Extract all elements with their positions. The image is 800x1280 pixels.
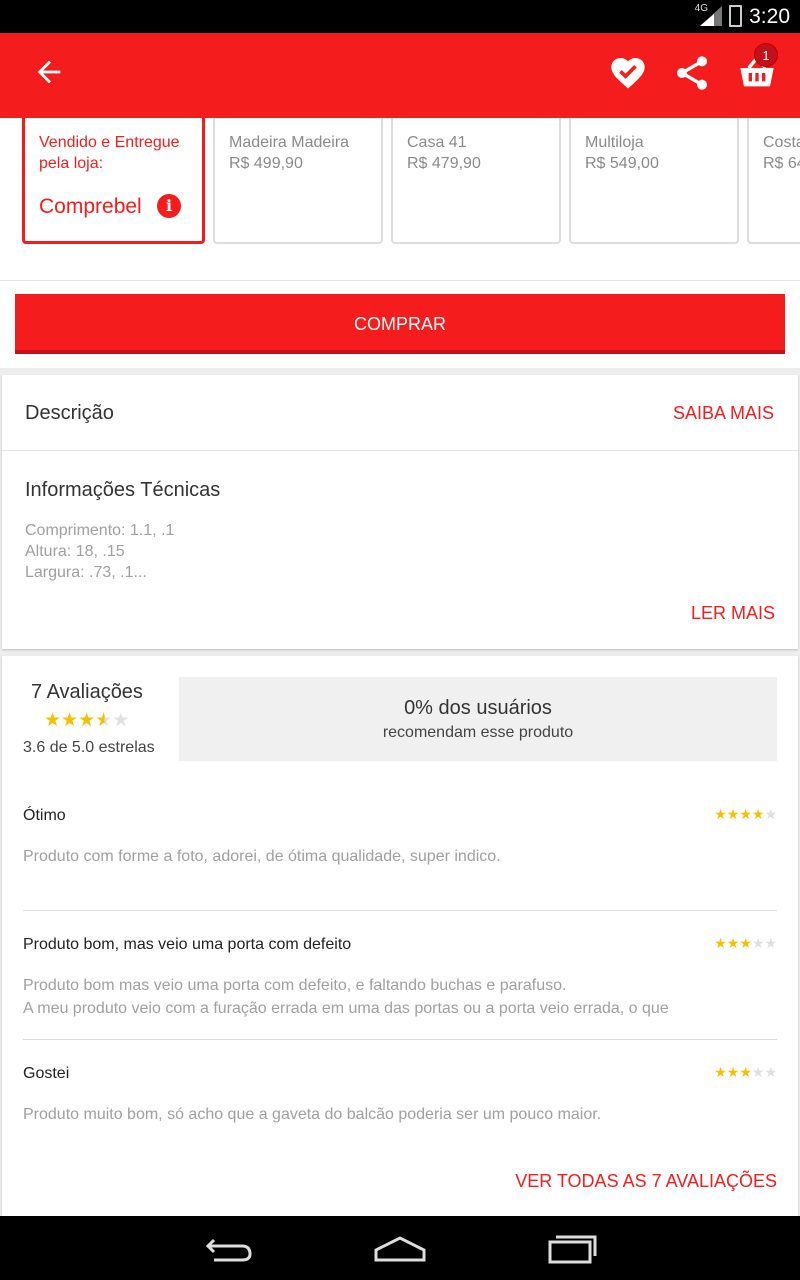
recommend-subtitle: recomendam esse produto	[382, 724, 574, 741]
review-text: Produto com forme a foto, adorei, de óti…	[23, 848, 501, 865]
seller-name: Multiloja	[585, 134, 644, 151]
buy-button[interactable]: COMPRAR	[15, 294, 785, 354]
divider	[2, 450, 798, 451]
rating-average: 3.6 de 5.0 estrelas	[23, 739, 155, 756]
review-title: Ótimo	[23, 807, 66, 824]
review-stars: ★★★★★	[714, 1064, 777, 1080]
seller-price: R$ 64	[763, 155, 800, 172]
review-text-line: Produto bom mas veio uma porta com defei…	[23, 977, 567, 994]
seller-price: R$ 499,90	[229, 155, 303, 172]
review-stars: ★★★★★	[714, 935, 777, 951]
seller-price: R$ 479,90	[407, 155, 481, 172]
seller-name: Comprebel	[39, 195, 142, 218]
divider	[23, 1039, 777, 1040]
seller-title: Vendido e Entregue pela loja:	[39, 134, 180, 172]
share-icon[interactable]	[672, 53, 712, 93]
star-icon: ★	[112, 710, 130, 731]
seller-name: Casa 41	[407, 134, 467, 151]
review-title: Produto bom, mas veio uma porta com defe…	[23, 936, 352, 953]
cart-count-badge: 1	[754, 43, 778, 67]
review-stars: ★★★★★	[714, 806, 777, 822]
star-icon: ★	[78, 710, 96, 731]
description-title: Descrição	[25, 402, 114, 424]
info-icon[interactable]: i	[157, 194, 181, 218]
review-text: Produto muito bom, só acho que a gaveta …	[23, 1106, 602, 1123]
heart-check-icon[interactable]	[608, 53, 648, 93]
star-icon: ★	[44, 710, 62, 731]
review-title: Gostei	[23, 1065, 70, 1082]
rating-stars: ★★★★★	[44, 709, 129, 732]
review-text-line: A meu produto veio com a furação errada …	[23, 1000, 669, 1017]
system-nav-bar	[0, 1216, 800, 1280]
half-star-icon: ★	[95, 710, 113, 731]
review-text: Produto bom mas veio uma porta com defei…	[23, 974, 777, 1020]
seller-card-comprebel[interactable]: Vendido e Entregue pela loja: Comprebel …	[22, 118, 205, 244]
divider	[23, 910, 777, 911]
tech-line: Altura: 18, .15	[25, 543, 125, 560]
nav-back-icon[interactable]	[200, 1230, 260, 1266]
sellers-section: Vendido e Entregue pela loja: Comprebel …	[0, 118, 800, 368]
technical-info-title: Informações Técnicas	[25, 479, 221, 501]
app-bar: 1	[0, 33, 800, 118]
technical-info-text: Comprimento: 1.1, .1 Altura: 18, .15 Lar…	[25, 520, 174, 583]
divider	[0, 280, 800, 281]
signal-icon	[700, 6, 722, 26]
star-icon: ★	[61, 710, 79, 731]
ler-mais-link[interactable]: LER MAIS	[691, 603, 775, 624]
status-bar: 4G 3:20	[0, 0, 800, 33]
nav-recents-icon[interactable]	[540, 1230, 600, 1266]
nav-home-icon[interactable]	[370, 1230, 430, 1266]
description-section: Descrição SAIBA MAIS Informações Técnica…	[2, 375, 798, 649]
tech-line: Comprimento: 1.1, .1	[25, 522, 175, 539]
seller-price: R$ 549,00	[585, 155, 659, 172]
reviews-count: 7 Avaliações	[31, 681, 143, 703]
recommend-percent: 0% dos usuários	[404, 697, 552, 719]
seller-card[interactable]: Multiloja R$ 549,00	[569, 118, 739, 244]
seller-card[interactable]: Costa R$ 64	[747, 118, 800, 244]
clock: 3:20	[749, 5, 790, 28]
see-all-reviews-link[interactable]: VER TODAS AS 7 AVALIAÇÕES	[515, 1171, 777, 1192]
saiba-mais-link[interactable]: SAIBA MAIS	[673, 403, 774, 424]
arrow-back-icon[interactable]	[32, 55, 66, 89]
recommend-box: 0% dos usuários recomendam esse produto	[179, 677, 777, 761]
seller-name: Madeira Madeira	[229, 134, 350, 151]
seller-card[interactable]: Casa 41 R$ 479,90	[391, 118, 561, 244]
reviews-section: 7 Avaliações ★★★★★ 3.6 de 5.0 estrelas 0…	[2, 656, 798, 1216]
tech-line: Largura: .73, .1...	[25, 564, 147, 581]
seller-name: Costa	[763, 134, 800, 151]
battery-icon	[729, 5, 742, 27]
seller-card[interactable]: Madeira Madeira R$ 499,90	[213, 118, 383, 244]
